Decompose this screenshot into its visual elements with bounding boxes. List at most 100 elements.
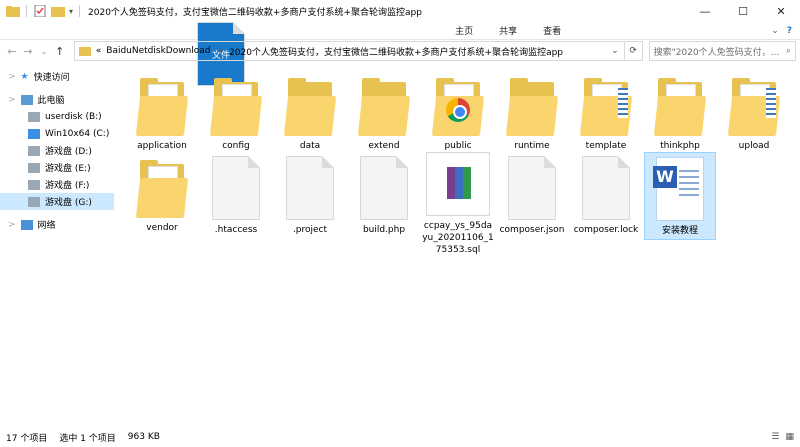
folder-item[interactable]: vendor [126,158,198,234]
file-name: data [299,141,321,151]
sidebar-item-drive-c[interactable]: Win10x64 (C:) [0,125,114,142]
selection-size: 963 KB [127,432,160,442]
breadcrumb-item[interactable]: 2020个人免签码支付，支付宝微信二维码收款+多商户支付系统+聚合轮询监控app [229,45,563,58]
drive-icon [28,179,40,190]
toolbar-separator [79,5,81,17]
sidebar-item-label: 快速访问 [33,73,70,83]
file-name: composer.lock [573,225,639,235]
tab-home[interactable]: 主页 [442,22,486,39]
sidebar-item-drive-b[interactable]: userdisk (B:) [0,108,114,125]
tab-view[interactable]: 查看 [530,22,574,39]
toolbar-separator [26,5,27,17]
file-name: .htaccess [214,225,258,235]
navigation-bar: ← → ⌄ ↑ « BaiduNetdiskDownload > 2020个人免… [0,40,800,62]
blank-file-icon [508,156,556,220]
back-button[interactable]: ← [4,45,20,58]
folder-icon [283,76,337,136]
expand-icon[interactable]: > [8,95,16,105]
folder-item[interactable]: extend [348,76,420,152]
item-count: 17 个项目 [6,433,48,444]
file-name: ccpay_ys_95dayu_20201106_175353.sql [422,221,494,255]
star-icon: ★ [20,71,29,82]
sidebar-item-label: 游戏盘 (G:) [45,198,92,208]
refresh-button[interactable]: ⟳ [624,41,643,61]
window-controls: — ☐ ✕ [686,0,800,22]
sidebar-item-drive-d[interactable]: 游戏盘 (D:) [0,142,114,159]
large-icons-view-icon[interactable]: ▦ [785,432,794,442]
new-folder-icon[interactable] [51,5,65,17]
file-item[interactable]: build.php [348,156,420,236]
recent-locations-button[interactable]: ⌄ [36,47,52,56]
blank-file-icon [286,156,334,220]
ribbon-controls: ⌄ ? [771,22,800,39]
file-name: 安装教程 [661,226,698,236]
maximize-button[interactable]: ☐ [724,0,762,22]
search-icon: ⌕ [785,46,792,56]
file-item-selected[interactable]: W 安装教程 [644,152,716,240]
file-item[interactable]: composer.json [496,156,568,236]
file-name: application [137,141,187,151]
sidebar-item-drive-e[interactable]: 游戏盘 (E:) [0,159,114,176]
breadcrumb-separator[interactable]: > [217,46,225,56]
quick-access-toolbar: ▾ [0,5,82,17]
sidebar-item-label: 游戏盘 (D:) [45,147,92,157]
folder-item[interactable]: public [422,76,494,152]
customize-toolbar-icon[interactable]: ▾ [69,7,73,16]
folder-item[interactable]: template [570,76,642,152]
sidebar-item-label: 此电脑 [37,96,65,106]
folder-icon [135,76,189,136]
breadcrumb-item[interactable]: BaiduNetdiskDownload [106,46,210,56]
details-view-icon[interactable]: ☰ [771,432,779,442]
sidebar-item-this-pc[interactable]: > 此电脑 [0,91,114,108]
file-item[interactable]: ccpay_ys_95dayu_20201106_175353.sql [422,152,494,256]
sidebar-item-drive-f[interactable]: 游戏盘 (F:) [0,176,114,193]
file-item[interactable]: composer.lock [570,156,642,236]
sidebar-item-label: 游戏盘 (E:) [45,164,91,174]
file-name: upload [738,141,770,151]
sidebar-item-drive-g[interactable]: 游戏盘 (G:) [0,193,114,210]
ribbon-tabs: 文件 主页 共享 查看 ⌄ ? [0,22,800,86]
address-dropdown-icon[interactable]: ⌄ [606,46,624,56]
breadcrumb-overflow[interactable]: « [96,46,102,56]
sidebar-item-quick-access[interactable]: > ★ 快速访问 [0,68,114,85]
file-item[interactable]: .project [274,156,346,236]
computer-icon [20,94,33,105]
blank-file-icon [360,156,408,220]
folder-icon [579,76,633,136]
file-name: build.php [362,225,406,235]
search-placeholder: 搜索"2020个人免签码支付，... [653,47,780,58]
folder-icon [78,47,91,56]
close-button[interactable]: ✕ [762,0,800,22]
folder-item[interactable]: upload [718,76,790,152]
forward-button[interactable]: → [20,45,36,58]
up-button[interactable]: ↑ [52,45,68,58]
window-title: 2020个人免签码支付，支付宝微信二维码收款+多商户支付系统+聚合轮询监控app [88,7,422,18]
folder-icon [209,76,263,136]
folder-item[interactable]: thinkphp [644,76,716,152]
properties-icon[interactable] [33,5,47,17]
help-icon[interactable]: ? [787,26,792,36]
status-bar: 17 个项目 选中 1 个项目 963 KB ☰ ▦ [0,427,800,447]
network-icon [20,219,33,230]
search-input[interactable]: 搜索"2020个人免签码支付，... ⌕ [648,41,797,61]
tab-share[interactable]: 共享 [486,22,530,39]
view-switcher: ☰ ▦ [771,432,800,442]
blank-file-icon [582,156,630,220]
sidebar-item-network[interactable]: > 网络 [0,216,114,233]
expand-ribbon-icon[interactable]: ⌄ [771,26,779,36]
expand-icon[interactable]: > [8,72,16,82]
folder-item[interactable]: config [200,76,272,152]
file-item[interactable]: .htaccess [200,156,272,236]
sidebar-item-label: userdisk (B:) [45,111,102,122]
folder-item[interactable]: application [126,76,198,152]
windows-drive-icon [28,128,40,139]
expand-icon[interactable]: > [8,220,16,230]
folder-item[interactable]: data [274,76,346,152]
minimize-button[interactable]: — [686,0,724,22]
folder-icon [6,6,20,17]
sidebar-item-label: 游戏盘 (F:) [45,181,90,191]
folder-item[interactable]: runtime [496,76,568,152]
file-name: public [444,141,472,151]
selection-count: 选中 1 个项目 [59,433,116,444]
address-bar[interactable]: « BaiduNetdiskDownload > 2020个人免签码支付，支付宝… [73,41,625,61]
